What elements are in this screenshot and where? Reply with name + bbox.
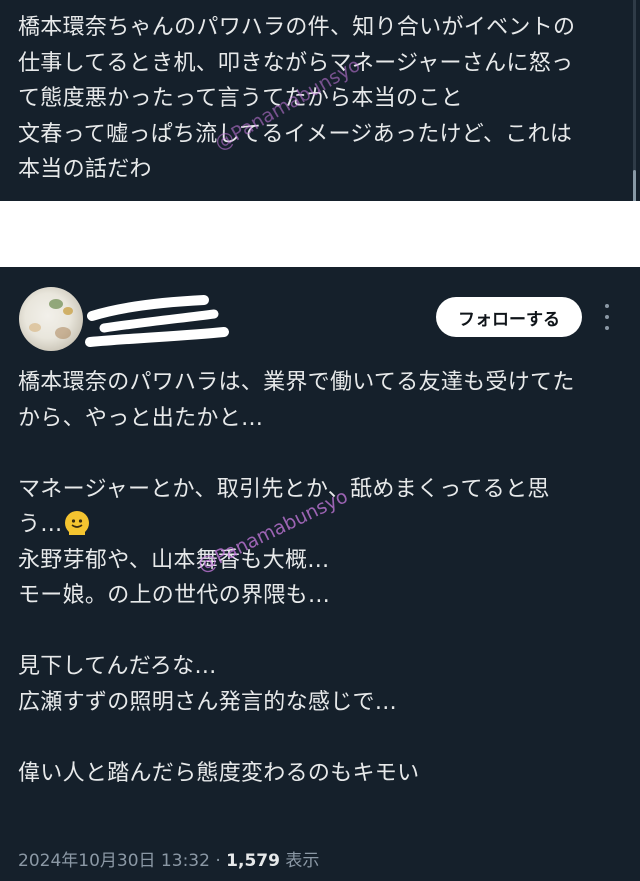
divider-gap xyxy=(0,201,640,267)
timestamp[interactable]: 2024年10月30日 13:32 xyxy=(18,851,210,871)
more-vertical-icon[interactable] xyxy=(596,304,618,330)
avatar[interactable] xyxy=(19,287,83,351)
tweet-meta: 2024年10月30日 13:32 · 1,579 表示 xyxy=(18,846,319,871)
redacted-username xyxy=(85,295,229,347)
melting-face-emoji-icon xyxy=(64,511,89,535)
views-count: 1,579 xyxy=(226,851,280,871)
tweet-body: 橋本環奈のパワハラは、業界で働いてる友達も受けてた から、やっと出たかと… マネ… xyxy=(18,365,618,791)
views-label: 表示 xyxy=(279,851,320,871)
meta-separator: · xyxy=(209,851,227,871)
follow-button[interactable]: フォローする xyxy=(436,297,582,337)
tweet-body-rest: 永野芽郁や、山本舞香も大概… モー娘。の上の世代の界隈も… 見下してんだろな… … xyxy=(18,547,420,786)
